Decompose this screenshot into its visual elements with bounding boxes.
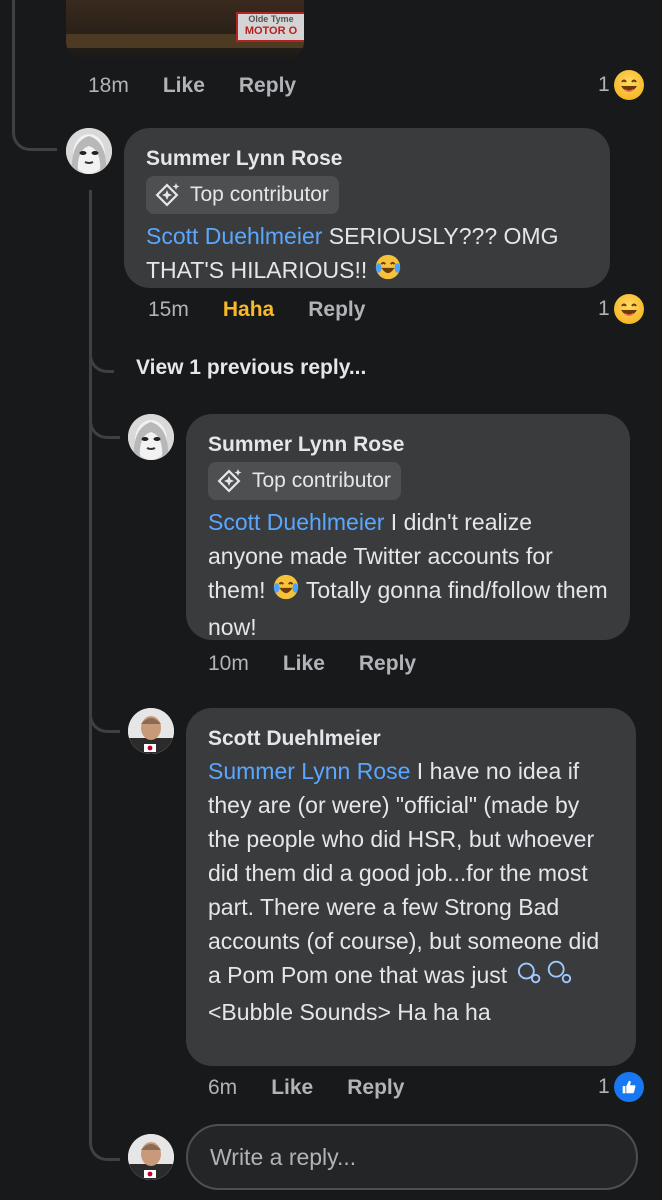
comment-body: Scott Duehlmeier I didn't realize anyone… — [208, 505, 608, 644]
bubbles-emoji-icon — [514, 958, 576, 995]
thread-connector-1 — [12, 100, 57, 151]
like-button[interactable]: Like — [271, 1076, 313, 1100]
reply-button[interactable]: Reply — [359, 652, 416, 676]
comment-author[interactable]: Scott Duehlmeier — [208, 724, 614, 754]
badge-label: Top contributor — [190, 183, 329, 206]
comment-bubble-3: Scott Duehlmeier Summer Lynn Rose I have… — [186, 708, 636, 1066]
haha-emoji-icon — [613, 70, 644, 100]
avatar-scott-duehlmeier[interactable] — [128, 708, 174, 754]
sparkle-diamond-icon — [155, 183, 180, 207]
video-thumbnail[interactable]: Olde Tyme MOTOR O — [66, 0, 304, 58]
video-sign-text: MOTOR O — [244, 25, 298, 37]
top-contributor-badge[interactable]: Top contributor — [146, 176, 339, 214]
top-comment-reaction[interactable]: 1 — [598, 70, 644, 100]
thread-connector-view-prev — [89, 330, 114, 373]
comment-author[interactable]: Summer Lynn Rose — [146, 144, 588, 174]
like-button[interactable]: Like — [283, 652, 325, 676]
video-sign: Olde Tyme MOTOR O — [236, 12, 304, 42]
comment-3-actions: 6m Like Reply — [208, 1076, 438, 1100]
haha-reaction-button[interactable]: Haha — [223, 298, 274, 322]
thread-connector-3 — [89, 690, 120, 733]
comment-1-reaction[interactable]: 1 — [598, 294, 644, 324]
reply-input[interactable] — [208, 1142, 616, 1172]
video-sign-top: Olde Tyme — [248, 14, 294, 24]
haha-emoji-icon — [613, 294, 644, 324]
avatar-summer-lynn-rose[interactable] — [66, 128, 112, 174]
mention-link[interactable]: Summer Lynn Rose — [208, 758, 410, 784]
mention-link[interactable]: Scott Duehlmeier — [208, 509, 384, 535]
comment-author[interactable]: Summer Lynn Rose — [208, 430, 608, 460]
mention-link[interactable]: Scott Duehlmeier — [146, 223, 322, 249]
sparkle-diamond-icon — [217, 469, 242, 493]
top-contributor-badge[interactable]: Top contributor — [208, 462, 401, 500]
comment-bubble-2: Summer Lynn Rose Top contributor Scott D… — [186, 414, 630, 640]
like-button[interactable]: Like — [163, 74, 205, 98]
reply-button[interactable]: Reply — [308, 298, 365, 322]
laughing-tears-emoji-icon — [272, 573, 300, 610]
thread-connector-reply — [89, 1110, 120, 1161]
comment-2-actions: 10m Like Reply — [208, 652, 450, 676]
comment-text-a: I have no idea if they are (or were) "of… — [208, 758, 600, 988]
laughing-tears-emoji-icon — [374, 253, 402, 290]
comment-time: 10m — [208, 652, 249, 675]
comment-bubble-1: Summer Lynn Rose Top contributor Scott D… — [124, 128, 610, 288]
like-thumb-icon — [613, 1072, 644, 1102]
comment-body: Scott Duehlmeier SERIOUSLY??? OMG THAT'S… — [146, 219, 588, 290]
comment-time: 18m — [88, 74, 129, 97]
comment-3-reaction[interactable]: 1 — [598, 1072, 644, 1102]
reply-button[interactable]: Reply — [239, 74, 296, 98]
comment-text-b: <Bubble Sounds> Ha ha ha — [208, 999, 491, 1026]
reaction-count: 1 — [598, 297, 610, 320]
thread-connector-2 — [89, 400, 120, 439]
badge-label: Top contributor — [252, 469, 391, 492]
avatar-scott-duehlmeier[interactable] — [128, 1134, 174, 1180]
reply-box[interactable] — [186, 1124, 638, 1190]
comment-time: 15m — [148, 298, 189, 321]
top-comment-actions: 18m Like Reply — [88, 74, 330, 98]
reaction-count: 1 — [598, 1075, 610, 1098]
reaction-count: 1 — [598, 73, 610, 96]
comment-body: Summer Lynn Rose I have no idea if they … — [208, 754, 614, 1029]
reply-button[interactable]: Reply — [347, 1076, 404, 1100]
avatar-summer-lynn-rose[interactable] — [128, 414, 174, 460]
comment-1-actions: 15m Haha Reply — [148, 298, 399, 322]
comment-time: 6m — [208, 1076, 238, 1099]
view-previous-replies-link[interactable]: View 1 previous reply... — [136, 356, 366, 380]
